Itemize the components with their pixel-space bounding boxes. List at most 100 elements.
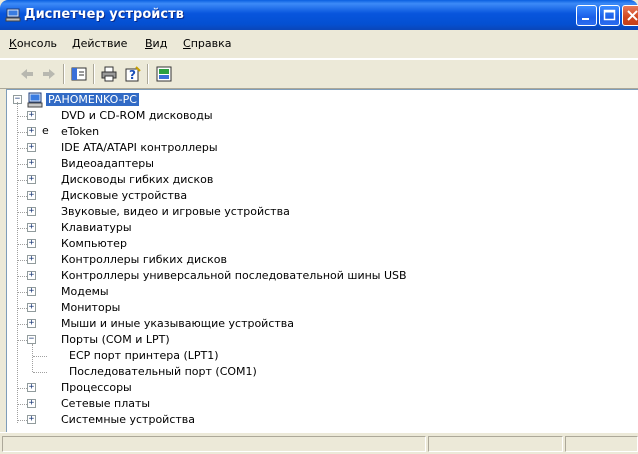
tree-item[interactable]: + Модемы <box>7 284 607 300</box>
help-icon[interactable]: ? <box>124 65 142 83</box>
tree-item[interactable]: + Контроллеры универсальной последователь… <box>7 268 607 284</box>
menu-bar: Консоль Действие Вид Справка <box>0 30 638 59</box>
tree-item[interactable]: + Мониторы <box>7 300 607 316</box>
expand-toggle[interactable]: + <box>27 127 36 136</box>
usb-icon <box>42 268 58 284</box>
tree-root[interactable]: − PAHOMENKO-PC <box>7 92 207 108</box>
sound-device-icon <box>42 204 58 220</box>
tree-root-label: PAHOMENKO-PC <box>46 93 139 106</box>
expand-toggle[interactable]: + <box>27 111 36 120</box>
menu-view[interactable]: Вид <box>145 37 167 50</box>
close-icon <box>627 10 638 21</box>
device-tree[interactable]: − PAHOMENKO-PC + DVD и CD-ROM дисководы + e… <box>6 89 638 433</box>
print-icon[interactable] <box>100 65 118 83</box>
status-cell-3 <box>565 436 638 452</box>
toolbar: ? <box>0 59 638 89</box>
toolbar-separator <box>147 64 149 84</box>
floppy-drive-icon <box>42 172 58 188</box>
window-title: Диспетчер устройств <box>24 7 184 22</box>
toolbar-separator <box>93 64 95 84</box>
tree-item-label: Дисководы гибких дисков <box>61 173 214 186</box>
port-icon <box>50 364 66 380</box>
tree-item[interactable]: + Дисководы гибких дисков <box>7 172 607 188</box>
etoken-icon: e <box>42 124 58 140</box>
computer-icon <box>42 236 58 252</box>
expand-toggle[interactable]: + <box>27 159 36 168</box>
properties-icon[interactable] <box>155 65 173 83</box>
expand-toggle[interactable]: + <box>27 175 36 184</box>
tree-item[interactable]: + Звуковые, видео и игровые устройства <box>7 204 607 220</box>
maximize-icon <box>603 9 616 21</box>
expand-toggle[interactable]: + <box>27 319 36 328</box>
status-bar <box>0 432 638 454</box>
display-adapter-icon <box>42 156 58 172</box>
floppy-controller-icon <box>42 252 58 268</box>
tree-item[interactable]: + Сетевые платы <box>7 396 607 412</box>
tree-item-label: Видеоадаптеры <box>61 157 154 170</box>
tree-item-label: Мониторы <box>61 301 121 314</box>
tree-item[interactable]: + Видеоадаптеры <box>7 156 607 172</box>
tree-subitem[interactable]: Последовательный порт (COM1) <box>7 364 607 380</box>
expand-toggle[interactable]: + <box>27 255 36 264</box>
tree-item-label: DVD и CD-ROM дисководы <box>61 109 213 122</box>
toolbar-separator <box>63 64 65 84</box>
tree-item-label: Компьютер <box>61 237 127 250</box>
tree-item-label: Модемы <box>61 285 109 298</box>
expand-toggle[interactable]: + <box>27 383 36 392</box>
ide-controller-icon <box>42 140 58 156</box>
tree-item-label: Контроллеры гибких дисков <box>61 253 228 266</box>
expand-toggle[interactable]: + <box>27 399 36 408</box>
tree-item[interactable]: + IDE ATA/ATAPI контроллеры <box>7 140 607 156</box>
tree-item-label: Клавиатуры <box>61 221 132 234</box>
tree-subitem[interactable]: ECP порт принтера (LPT1) <box>7 348 607 364</box>
port-icon <box>50 348 66 364</box>
disk-drive-icon <box>42 188 58 204</box>
back-arrow-icon[interactable] <box>18 65 36 83</box>
tree-item[interactable]: + Процессоры <box>7 380 607 396</box>
tree-item-label: Системные устройства <box>61 413 195 426</box>
tree-item-label: Контроллеры универсальной последовательн… <box>61 269 407 282</box>
collapse-toggle[interactable]: − <box>27 335 36 344</box>
forward-arrow-icon[interactable] <box>40 65 58 83</box>
expand-toggle[interactable]: + <box>27 415 36 424</box>
tree-item[interactable]: + Контроллеры гибких дисков <box>7 252 607 268</box>
expand-toggle[interactable]: + <box>27 287 36 296</box>
status-cell-main <box>2 436 426 452</box>
expand-toggle[interactable]: + <box>27 191 36 200</box>
tree-connector <box>33 372 47 373</box>
modem-icon <box>42 284 58 300</box>
tree-connector <box>33 356 47 357</box>
show-hide-tree-icon[interactable] <box>70 65 88 83</box>
mouse-icon <box>42 316 58 332</box>
processor-icon <box>42 380 58 396</box>
expand-toggle[interactable]: + <box>27 239 36 248</box>
tree-item[interactable]: + Системные устройства <box>7 412 607 428</box>
expand-toggle[interactable]: + <box>27 223 36 232</box>
tree-item[interactable]: − Порты (COM и LPT) <box>7 332 607 348</box>
tree-item[interactable]: + DVD и CD-ROM дисководы <box>7 108 607 124</box>
expand-toggle[interactable]: + <box>27 143 36 152</box>
expand-toggle[interactable]: + <box>27 303 36 312</box>
menu-action[interactable]: Действие <box>72 37 127 50</box>
tree-item[interactable]: + Мыши и иные указывающие устройства <box>7 316 607 332</box>
tree-item-label: Мыши и иные указывающие устройства <box>61 317 295 330</box>
svg-text:?: ? <box>129 68 136 82</box>
menu-console[interactable]: Консоль <box>9 37 57 50</box>
svg-text:e: e <box>42 124 49 137</box>
expand-toggle[interactable]: + <box>27 271 36 280</box>
tree-subitem-label: Последовательный порт (COM1) <box>69 365 257 378</box>
minimize-icon <box>582 18 589 20</box>
monitor-icon <box>42 300 58 316</box>
tree-item[interactable]: + Дисковые устройства <box>7 188 607 204</box>
expand-toggle[interactable]: + <box>27 207 36 216</box>
close-button[interactable] <box>622 5 638 26</box>
tree-item[interactable]: + Компьютер <box>7 236 607 252</box>
menu-help[interactable]: Справка <box>183 37 231 50</box>
title-bar[interactable]: Диспетчер устройств <box>0 0 638 30</box>
minimize-button[interactable] <box>576 5 597 26</box>
tree-item[interactable]: + Клавиатуры <box>7 220 607 236</box>
tree-item-label: eToken <box>61 125 100 138</box>
tree-item[interactable]: + e eToken <box>7 124 607 140</box>
maximize-button[interactable] <box>599 5 620 26</box>
tree-subitem-label: ECP порт принтера (LPT1) <box>69 349 219 362</box>
